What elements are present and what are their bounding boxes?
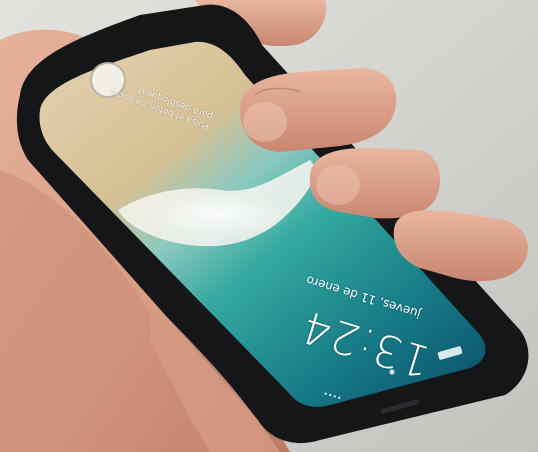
surf-foam-glow bbox=[150, 193, 290, 237]
lock-icon bbox=[389, 369, 395, 375]
middle-nail bbox=[316, 165, 360, 205]
photo-scene: •••• 13:24 jueves, 11 de enero Pulsa el … bbox=[0, 0, 538, 452]
index-nail bbox=[243, 102, 287, 142]
home-button[interactable] bbox=[90, 62, 126, 98]
photo-illustration: •••• bbox=[0, 0, 538, 452]
